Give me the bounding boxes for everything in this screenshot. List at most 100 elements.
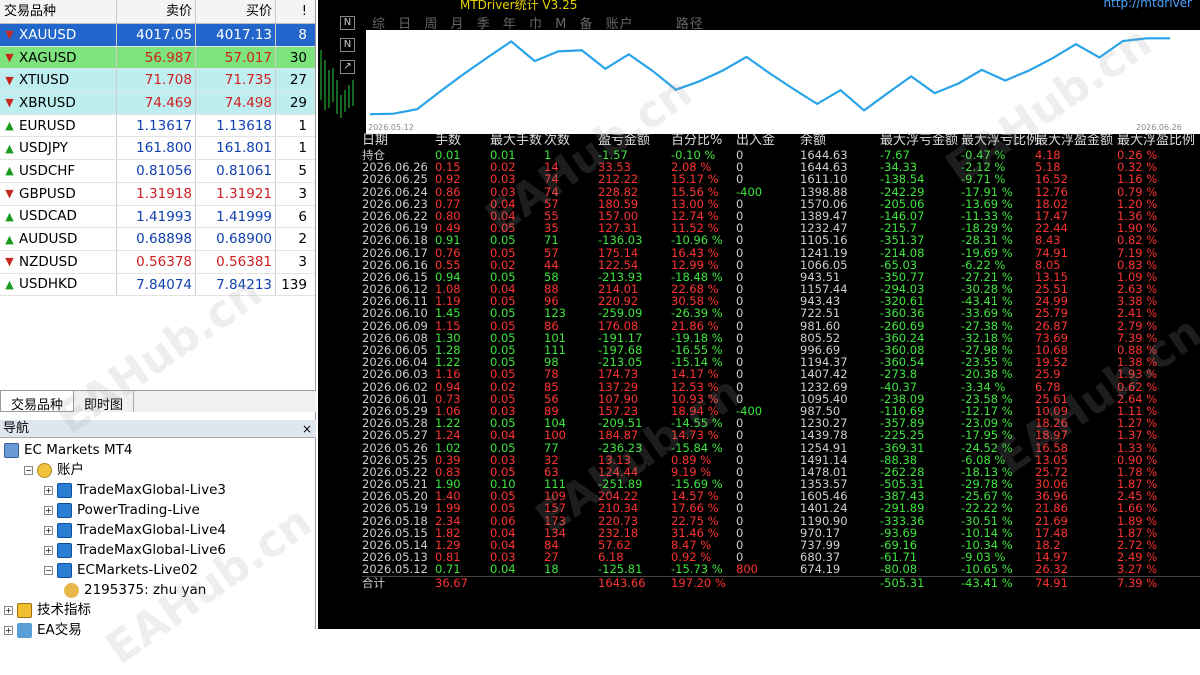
stats-row[interactable]: 2026.05.25 0.39 0.03 32 13.13 0.89 % 0 1491.14 -… (362, 454, 1200, 466)
market-watch-row[interactable]: ▼ GBPUSD 1.31918 1.31921 3 (0, 182, 315, 206)
navigator-item[interactable]: + TradeMaxGlobal-Live6 (0, 540, 316, 560)
stats-row[interactable]: 2026.06.02 0.94 0.02 85 137.29 12.53 % 0 1232.6… (362, 381, 1200, 393)
toolbar-icon-1[interactable]: N (340, 16, 355, 30)
stats-header-cell[interactable]: 出入金 (736, 134, 775, 148)
stats-cell: 805.52 (800, 330, 841, 345)
tab-symbols[interactable]: 交易品种 (0, 391, 75, 413)
stats-row[interactable]: 2026.06.26 0.15 0.02 14 33.53 2.08 % 0 1644.63 -… (362, 161, 1200, 173)
expand-icon[interactable]: + (44, 545, 53, 555)
stats-row[interactable]: 2026.06.04 1.22 0.05 98 -213.05 -15.14 % 0 1194… (362, 356, 1200, 368)
stats-header-cell[interactable]: 最大浮亏比例 (961, 134, 1039, 148)
navigator-item[interactable]: + TradeMaxGlobal-Live4 (0, 520, 316, 540)
stats-row[interactable]: 2026.05.26 1.02 0.05 77 -236.23 -15.84 % 0 1254… (362, 442, 1200, 454)
stats-row[interactable]: 2026.06.23 0.77 0.04 57 180.59 13.00 % 0 1570.0… (362, 198, 1200, 210)
expand-icon[interactable]: + (44, 485, 53, 495)
stats-cell: 2026.06.02 (362, 379, 428, 394)
stats-row[interactable]: 2026.06.10 1.45 0.05 123 -259.09 -26.39 % 0 722… (362, 307, 1200, 319)
stats-header-cell[interactable]: 百分比% (671, 134, 722, 148)
stats-row[interactable]: 2026.05.13 0.81 0.03 27 6.18 0.92 % 0 680.37 -61… (362, 551, 1200, 563)
stats-row[interactable]: 2026.06.08 1.30 0.05 101 -191.17 -19.18 % 0 805… (362, 332, 1200, 344)
navigator-item[interactable]: − ECMarkets-Live02 (0, 560, 316, 580)
market-watch-row[interactable]: ▼ XAUUSD 4017.05 4017.13 8 (0, 24, 315, 47)
stats-row[interactable]: 2026.05.20 1.40 0.05 109 204.22 14.57 % 0 1605.… (362, 490, 1200, 502)
stats-cell: 2026.05.27 (362, 428, 428, 443)
stats-row[interactable]: 2026.06.11 1.19 0.05 96 220.92 30.58 % 0 943.43… (362, 295, 1200, 307)
symbol-cell: ▲ USDHKD (0, 274, 116, 296)
tab-tick-chart[interactable]: 即时图 (74, 391, 135, 413)
market-watch-row[interactable]: ▲ AUDUSD 0.68898 0.68900 2 (0, 228, 315, 251)
panel-url-link[interactable]: http://mtdriver (1104, 0, 1192, 10)
stats-header-cell[interactable]: 最大手数 (490, 134, 542, 148)
navigator-item[interactable]: 2195375: zhu yan (0, 580, 316, 600)
stats-row[interactable]: 2026.06.22 0.80 0.04 55 157.00 12.74 % 0 1389.4… (362, 210, 1200, 222)
stats-cell: 58 (544, 269, 559, 284)
stats-header-cell[interactable]: 最大浮盈金额 (1035, 134, 1113, 148)
stats-row[interactable]: 2026.06.09 1.15 0.05 86 176.08 21.86 % 0 981.60… (362, 320, 1200, 332)
stats-cell: 0.10 (490, 477, 516, 492)
navigator-item[interactable]: + TradeMaxGlobal-Live3 (0, 480, 316, 500)
stats-row[interactable]: 2026.06.05 1.28 0.05 111 -197.68 -16.55 % 0 996… (362, 344, 1200, 356)
stats-row[interactable]: 2026.06.15 0.94 0.05 58 -213.93 -18.48 % 0 943.… (362, 271, 1200, 283)
market-watch-row[interactable]: ▲ USDJPY 161.800 161.801 1 (0, 137, 315, 161)
stats-cell: 2026.06.15 (362, 269, 428, 284)
collapse-icon[interactable]: − (44, 565, 53, 575)
expand-icon[interactable]: + (4, 605, 13, 615)
navigator-item[interactable]: − 账户 (0, 460, 316, 480)
stats-row[interactable]: 2026.05.18 2.34 0.06 173 220.73 22.75 % 0 1190.… (362, 515, 1200, 527)
header-ask[interactable]: 买价 (195, 0, 275, 23)
stats-row[interactable]: 2026.05.21 1.90 0.10 111 -251.89 -15.69 % 0 135… (362, 478, 1200, 490)
expand-icon[interactable]: + (4, 625, 13, 635)
stats-row[interactable]: 2026.05.15 1.82 0.04 134 232.18 31.46 % 0 970.1… (362, 527, 1200, 539)
navigator-item[interactable]: + EA交易 (0, 620, 316, 640)
header-spread[interactable]: ! (275, 0, 313, 23)
stats-row[interactable]: 2026.06.03 1.16 0.05 78 174.73 14.17 % 0 1407.4… (362, 368, 1200, 380)
close-icon[interactable]: × (302, 420, 312, 438)
stats-row[interactable]: 2026.05.22 0.83 0.05 63 124.44 9.19 % 0 1478.01… (362, 466, 1200, 478)
expand-icon[interactable]: + (44, 525, 53, 535)
market-watch-row[interactable]: ▼ XTIUSD 71.708 71.735 27 (0, 69, 315, 93)
market-watch-row[interactable]: ▲ USDHKD 7.84074 7.84213 139 (0, 273, 315, 297)
market-watch-row[interactable]: ▼ XAGUSD 56.987 57.017 30 (0, 46, 315, 70)
navigator-item[interactable]: EC Markets MT4 (0, 440, 316, 460)
market-watch-row[interactable]: ▲ USDCAD 1.41993 1.41999 6 (0, 205, 315, 229)
stats-header-cell[interactable]: 余额 (800, 134, 826, 148)
stats-row[interactable]: 2026.06.25 0.92 0.03 74 212.22 15.17 % 0 1611.1… (362, 173, 1200, 185)
stats-row[interactable]: 2026.06.12 1.08 0.04 88 214.01 22.68 % 0 1157.4… (362, 283, 1200, 295)
stats-row[interactable]: 2026.05.19 1.99 0.05 157 210.34 17.66 % 0 1401.… (362, 502, 1200, 514)
stats-cell: 1353.57 (800, 477, 848, 492)
collapse-icon[interactable]: − (24, 465, 33, 475)
stats-row[interactable]: 2026.05.28 1.22 0.05 104 -209.51 -14.55 % 0 123… (362, 417, 1200, 429)
stats-row[interactable]: 持仓 0.01 0.01 1 -1.57 -0.10 % 0 1644.63 -7.67 -0.4… (362, 149, 1200, 161)
stats-row[interactable]: 2026.06.01 0.73 0.05 56 107.90 10.93 % 0 1095.4… (362, 393, 1200, 405)
market-watch-row[interactable]: ▼ NZDUSD 0.56378 0.56381 3 (0, 250, 315, 274)
market-watch-row[interactable]: ▲ USDCHF 0.81056 0.81061 5 (0, 160, 315, 183)
header-symbol[interactable]: 交易品种 (0, 0, 116, 23)
navigator-item[interactable]: + 技术指标 (0, 600, 316, 620)
stats-row[interactable]: 2026.06.16 0.55 0.02 44 122.54 12.99 % 0 1066.0… (362, 259, 1200, 271)
stats-cell: 7.39 % (1117, 575, 1158, 590)
stats-header-cell[interactable]: 最大浮亏金额 (880, 134, 958, 148)
stats-row[interactable]: 2026.05.29 1.06 0.03 89 157.23 18.94 % -400 987… (362, 405, 1200, 417)
stats-row[interactable]: 2026.05.27 1.24 0.04 100 184.87 14.73 % 0 1439.… (362, 429, 1200, 441)
market-watch-row[interactable]: ▲ EURUSD 1.13617 1.13618 1 (0, 114, 315, 138)
expand-icon[interactable]: + (44, 505, 53, 515)
stats-row[interactable]: 2026.06.18 0.91 0.05 71 -136.03 -10.96 % 0 1105… (362, 234, 1200, 246)
stats-cell: -9.71 % (961, 172, 1006, 187)
market-watch-row[interactable]: ▼ XBRUSD 74.469 74.498 29 (0, 92, 315, 115)
stats-row[interactable]: 2026.06.17 0.76 0.05 57 175.14 16.43 % 0 1241.1… (362, 247, 1200, 259)
stats-header-cell[interactable]: 次数 (544, 134, 570, 148)
stats-cell: -214.08 (880, 245, 925, 260)
header-bid[interactable]: 卖价 (116, 0, 195, 23)
stats-row[interactable]: 2026.06.24 0.86 0.03 74 228.82 15.56 % -400 139… (362, 186, 1200, 198)
stats-row[interactable]: 2026.06.19 0.49 0.05 35 127.31 11.52 % 0 1232.4… (362, 222, 1200, 234)
stats-header-cell[interactable]: 最大浮盈比例 (1117, 134, 1195, 148)
navigator-item[interactable]: + PowerTrading-Live (0, 500, 316, 520)
stats-cell: -320.61 (880, 294, 925, 309)
stats-header-cell[interactable]: 盈亏金额 (598, 134, 650, 148)
stats-header-cell[interactable]: 手数 (435, 134, 461, 148)
stats-row[interactable]: 2026.05.12 0.71 0.04 18 -125.81 -15.73 % 800 67… (362, 563, 1200, 575)
stats-row[interactable]: 合计 36.67 1643.66 197.20 % -505.31 -43.41 % 74.… (362, 575, 1200, 590)
stats-header-cell[interactable]: 日期 (362, 134, 388, 148)
stats-cell: 1095.40 (800, 391, 848, 406)
stats-row[interactable]: 2026.05.14 1.29 0.04 84 57.62 8.47 % 0 737.99 -6… (362, 539, 1200, 551)
